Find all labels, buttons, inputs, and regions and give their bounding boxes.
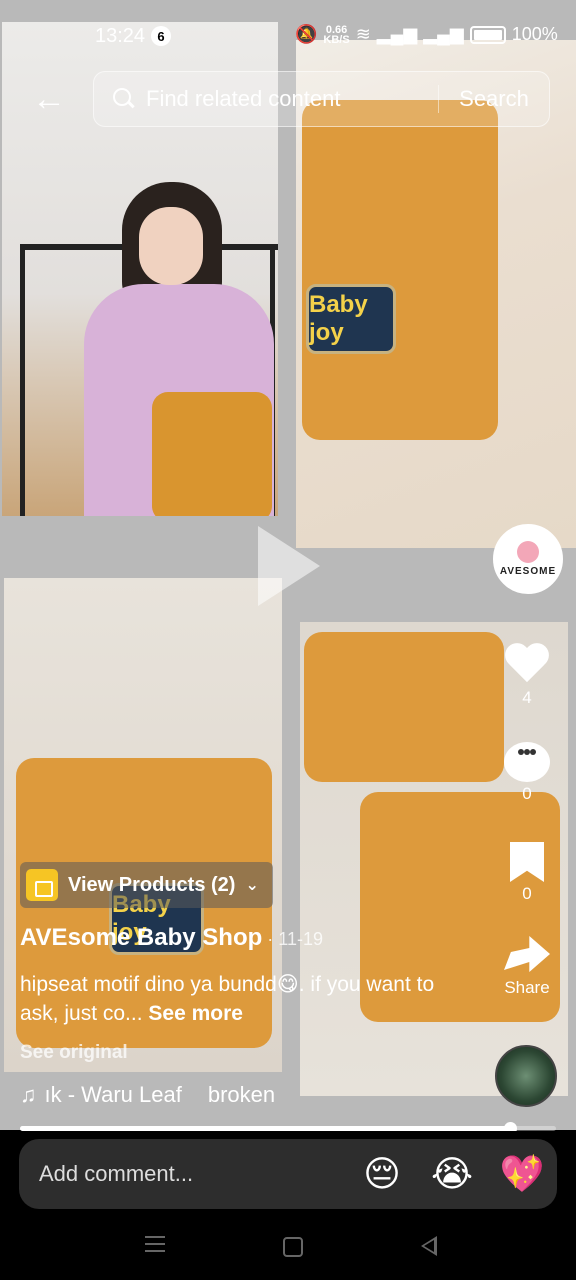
post-date: · 11-19	[262, 929, 323, 949]
status-bar: 13:24 6 🔕 0.66 KB/S ≋ ▂▄▆ ▂▄▆ 100%	[0, 0, 576, 72]
see-original-link[interactable]: See original	[20, 1042, 128, 1064]
creator-username[interactable]: AVEsome Baby Shop · 11-19	[20, 924, 323, 952]
video-caption: hipseat motif dino ya bundd😋. if you wan…	[20, 970, 470, 1028]
comment-box[interactable]: Add comment... 😔 😭 💖	[19, 1139, 557, 1209]
search-icon	[112, 87, 136, 111]
back-triangle-icon[interactable]	[415, 1231, 445, 1261]
carrier-strap	[304, 632, 504, 782]
avatar-brand-text: AVESOME	[499, 566, 557, 577]
heart-icon	[504, 644, 550, 686]
comment-count: 0	[522, 784, 532, 803]
like-button[interactable]: 4	[497, 644, 557, 708]
comment-bar: Add comment... 😔 😭 💖	[0, 1131, 576, 1215]
music-title: ık - Waru Leaf	[44, 1082, 182, 1107]
bookmark-icon	[510, 842, 544, 882]
view-products-label: View Products (2)	[68, 873, 236, 896]
chevron-down-icon: ⌄	[245, 877, 259, 894]
share-label: Share	[504, 978, 550, 997]
save-count: 0	[522, 884, 532, 903]
signal-icon: ▂▄▆	[423, 24, 464, 44]
battery-icon	[469, 25, 506, 44]
video-player[interactable]: Baby joy Baby joy	[0, 0, 576, 1130]
avatar-logo-icon	[517, 541, 539, 563]
comment-bubble-icon	[504, 742, 550, 782]
sparkling-heart-emoji-button[interactable]: 💖	[487, 1153, 557, 1195]
share-button[interactable]: Share	[497, 936, 557, 998]
music-extra: broken	[207, 1082, 276, 1107]
play-icon[interactable]	[258, 526, 320, 606]
signal-icon: ▂▄▆	[376, 24, 418, 44]
back-arrow-icon[interactable]: ←	[32, 82, 68, 118]
comment-input[interactable]: Add comment...	[39, 1161, 347, 1187]
notification-count-badge: 6	[151, 26, 171, 46]
status-time: 13:24	[95, 25, 146, 47]
music-note-icon: ♫	[20, 1082, 37, 1107]
comment-button[interactable]: 0	[497, 742, 557, 804]
see-more-link[interactable]: See more	[148, 1002, 243, 1025]
like-count: 4	[522, 688, 532, 707]
system-nav-bar	[0, 1215, 576, 1280]
wifi-icon: ≋	[355, 24, 371, 44]
view-products-button[interactable]: View Products (2) ⌄	[20, 862, 273, 908]
search-input[interactable]: Find related content	[146, 86, 438, 112]
system-icons: 🔕 0.66 KB/S ≋ ▂▄▆ ▂▄▆ 100%	[295, 24, 558, 45]
clothing-rack-leg	[20, 244, 25, 516]
home-icon[interactable]	[278, 1231, 308, 1261]
music-info[interactable]: ♫ ık - Waru Leaf broken	[20, 1082, 275, 1108]
brand-badge: Baby joy	[306, 284, 396, 354]
search-bar[interactable]: Find related content Search	[93, 71, 550, 127]
battery-percent: 100%	[511, 24, 558, 44]
search-button[interactable]: Search	[439, 86, 549, 112]
pensive-emoji-button[interactable]: 😔	[347, 1153, 417, 1195]
creator-name[interactable]: AVEsome Baby Shop	[20, 924, 262, 951]
person-face	[139, 207, 203, 285]
music-disc-icon[interactable]	[495, 1045, 557, 1107]
save-button[interactable]: 0	[497, 842, 557, 904]
net-speed: 0.66 KB/S	[323, 23, 350, 46]
carrier-pocket	[302, 100, 498, 440]
share-arrow-icon	[504, 936, 550, 972]
carrier-bag	[152, 392, 272, 516]
recent-apps-icon[interactable]	[140, 1231, 170, 1261]
mute-vibrate-icon: 🔕	[295, 24, 318, 44]
crying-emoji-button[interactable]: 😭	[417, 1153, 487, 1195]
creator-avatar[interactable]: AVESOME	[493, 524, 563, 594]
shopping-bag-icon	[26, 869, 58, 901]
